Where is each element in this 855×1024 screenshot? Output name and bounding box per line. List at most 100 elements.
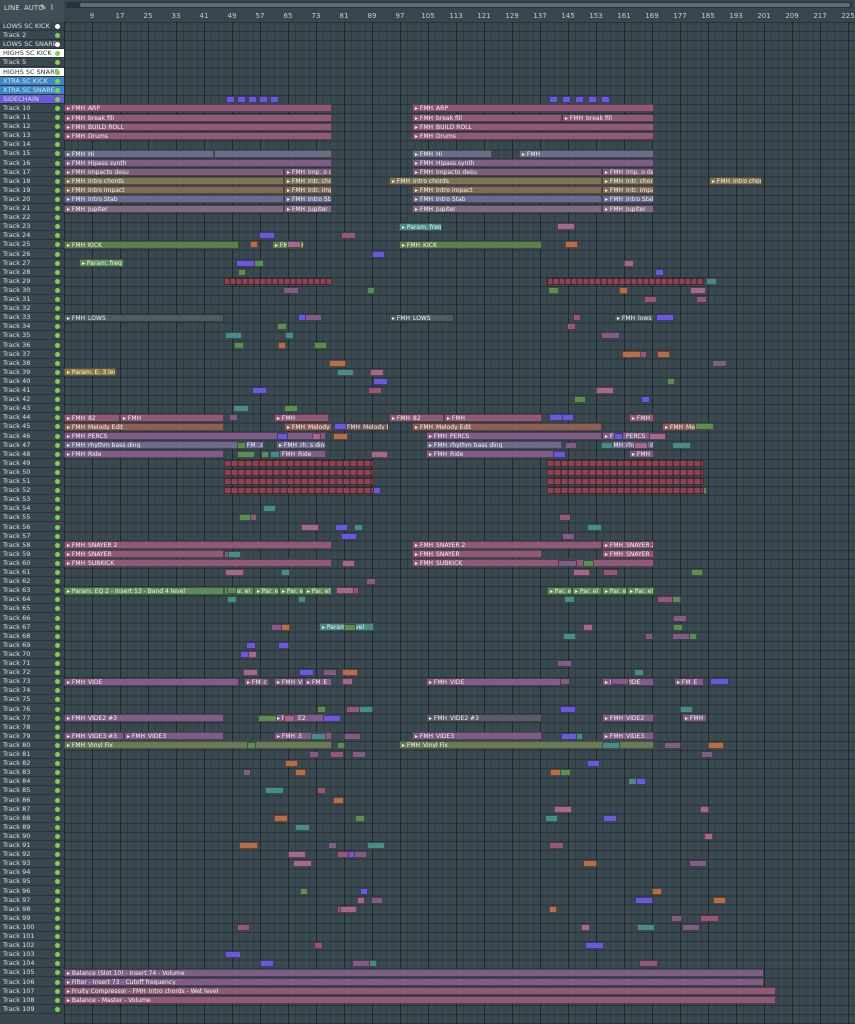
track-header[interactable]: Track 85 [0, 786, 64, 796]
pattern-block[interactable] [700, 805, 709, 813]
track-enable-led[interactable] [55, 297, 60, 302]
track-header[interactable]: Track 42 [0, 395, 64, 405]
playlist-clip[interactable]: ▸ FMH_rhythm bass ding [64, 441, 239, 450]
track-enable-led[interactable] [55, 733, 60, 739]
track-enable-led[interactable] [55, 224, 60, 230]
playlist-clip[interactable]: ▸ FMH_Intro chords [64, 177, 284, 186]
pattern-block[interactable] [657, 350, 670, 358]
pattern-block[interactable] [601, 332, 620, 340]
pattern-block[interactable] [587, 760, 600, 768]
track-enable-led[interactable] [55, 615, 60, 621]
pattern-block[interactable] [583, 623, 593, 631]
pattern-block[interactable] [667, 377, 675, 385]
pattern-block[interactable] [270, 450, 280, 458]
playlist-clip[interactable]: ▸ FMH_Jupiter [602, 204, 654, 213]
playlist-clip[interactable]: ▸ FM_E [674, 677, 704, 686]
track-enable-led[interactable] [55, 360, 60, 366]
track-enable-led[interactable] [55, 779, 60, 785]
pattern-block[interactable] [712, 359, 727, 367]
track-enable-led[interactable] [55, 551, 60, 557]
pattern-block[interactable] [311, 732, 326, 740]
playlist-clip[interactable]: ▸ FMH_Vinyl Fix [64, 741, 332, 750]
playlist-clip[interactable]: ▸ FMH_VIDE [426, 677, 562, 686]
playlist-clip[interactable]: ▸ FMH_Hi [64, 149, 214, 158]
track-enable-led[interactable] [55, 670, 60, 676]
pattern-block[interactable] [601, 441, 613, 449]
pattern-block[interactable] [312, 432, 321, 440]
track-header[interactable]: XTRA SC SNARE [0, 85, 64, 95]
track-header[interactable]: Track 54 [0, 504, 64, 514]
pattern-block[interactable] [548, 286, 559, 294]
sidechain-pattern-block[interactable] [588, 95, 597, 103]
track-header[interactable]: Track 97 [0, 896, 64, 905]
track-enable-led[interactable] [55, 369, 60, 375]
track-header[interactable]: Track 16 [0, 159, 64, 168]
pattern-block[interactable] [337, 851, 349, 859]
track-enable-led[interactable] [55, 196, 60, 202]
pattern-block[interactable] [547, 487, 704, 495]
pattern-block[interactable] [295, 769, 306, 777]
track-enable-led[interactable] [55, 815, 60, 821]
playlist-clip[interactable]: ▸ FMH_LOWS [389, 313, 454, 322]
track-enable-led[interactable] [55, 78, 60, 84]
pattern-block[interactable] [563, 632, 576, 640]
pattern-block[interactable] [602, 741, 620, 749]
playlist-clip[interactable]: ▸ FMH_ARP [64, 104, 332, 113]
playlist-clip[interactable]: ▸ FMH_Ride [426, 450, 562, 459]
playlist-clip[interactable]: ▸ FMH_Intr. chords [284, 177, 332, 186]
track-enable-led[interactable] [55, 351, 60, 357]
playlist-clip[interactable]: ▸ Fruity Compressor - FMH_Intro chords -… [64, 987, 776, 996]
pattern-block[interactable] [229, 414, 238, 422]
pattern-block[interactable] [309, 751, 319, 758]
track-header[interactable]: Track 25 [0, 240, 64, 250]
pattern-block[interactable] [560, 769, 571, 777]
pattern-block[interactable] [622, 350, 641, 358]
track-enable-led[interactable] [55, 406, 60, 412]
pattern-block[interactable] [299, 669, 314, 677]
pattern-block[interactable] [671, 914, 682, 922]
pattern-block[interactable] [337, 368, 354, 376]
playlist-grid[interactable]: ▸ FMH_ARP ▸ FMH_ARP ▸ FMH_break fill ▸ FMH_… [64, 22, 855, 1024]
track-header[interactable]: Track 90 [0, 832, 64, 841]
playlist-clip[interactable]: ▸ Par. el [572, 586, 602, 595]
pattern-block[interactable] [560, 678, 570, 686]
pattern-block[interactable] [657, 596, 673, 604]
track-enable-led[interactable] [55, 697, 60, 703]
track-header[interactable]: Track 72 [0, 668, 64, 678]
playlist-clip[interactable]: ▸ FMH_Intro Stab [412, 195, 602, 204]
track-enable-led[interactable] [55, 469, 60, 475]
pattern-block[interactable] [278, 641, 289, 649]
track-header[interactable]: Track 11 [0, 113, 64, 122]
track-enable-led[interactable] [55, 761, 60, 767]
track-header[interactable]: Track 2 [0, 31, 64, 41]
pattern-block[interactable] [342, 669, 358, 677]
pattern-block[interactable] [341, 232, 356, 240]
playlist-clip[interactable]: ▸ FMH_Hi [412, 149, 492, 158]
track-enable-led[interactable] [55, 906, 60, 912]
pattern-block[interactable] [314, 341, 327, 349]
playlist-clip[interactable]: ▸ FMH_82 [64, 413, 120, 422]
track-header[interactable]: HIGHS SC SNARE [0, 67, 64, 77]
track-header[interactable]: Track 18 [0, 177, 64, 186]
pattern-block[interactable] [583, 860, 597, 868]
playlist-clip[interactable]: ▸ FMH_SNAYER 2 [64, 541, 332, 550]
track-enable-led[interactable] [55, 533, 60, 539]
pattern-block[interactable] [342, 678, 353, 686]
pattern-block[interactable] [224, 468, 374, 476]
track-header[interactable]: Track 29 [0, 277, 64, 286]
track-enable-led[interactable] [55, 497, 60, 503]
scrollbar-thumb[interactable] [80, 3, 850, 7]
track-header[interactable]: Track 12 [0, 122, 64, 132]
playlist-clip[interactable]: ▸ FMH_Jupiter [284, 204, 332, 213]
pattern-block[interactable] [323, 669, 337, 677]
pattern-block[interactable] [334, 423, 347, 431]
track-header[interactable]: Track 58 [0, 541, 64, 550]
pattern-block[interactable] [547, 468, 704, 476]
pattern-block[interactable] [700, 914, 719, 922]
track-header[interactable]: Track 47 [0, 441, 64, 450]
playlist-clip[interactable]: ▸ FMH_Ride [629, 450, 654, 459]
pattern-block[interactable] [300, 887, 308, 895]
pattern-block[interactable] [237, 441, 246, 449]
track-header[interactable]: XTRA SC KICK [0, 76, 64, 86]
playlist-clip[interactable]: ▸ FMH_Ride [274, 450, 326, 459]
